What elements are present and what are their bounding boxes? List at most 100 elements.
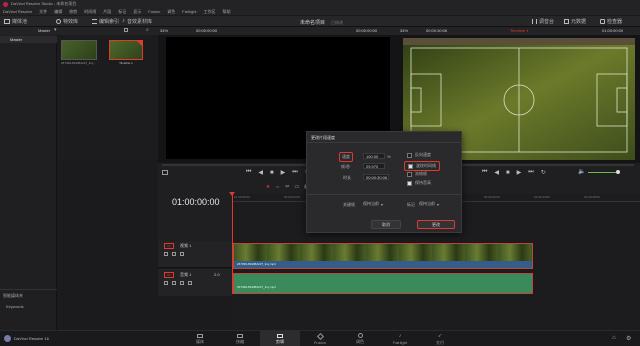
pointer-icon[interactable]: ➤ [266,184,270,190]
skip-forward-icon[interactable]: ⏭ [528,169,533,176]
project-state: 已修改 [331,19,344,25]
change-label: 更改 [432,221,440,227]
window-title: DaVinci Resolve Studio - 未命名项目 [11,1,77,6]
timeline-zoom[interactable]: 34% [400,28,408,33]
stop-icon[interactable]: ■ [506,170,510,176]
audio-clip[interactable]: 267399-834984227_tiny.mp4 [233,273,533,294]
reverse-speed-option[interactable]: 反向速度 [407,152,431,158]
fps-input[interactable]: 29.970 [363,163,385,169]
source-viewer-header: 34% 00:00:00:00 00:00:00:00 [158,27,398,35]
toolbar: 媒体池 特效库 编辑索引 ♪ 音效素材库 未命名项目 已修改 调音台 元数据 检… [0,15,640,27]
ripple-timeline-checkbox[interactable] [408,163,413,169]
metadata-button[interactable]: 元数据 [564,18,586,25]
timeline-name[interactable]: Timeline 1 [510,28,528,33]
mute-icon[interactable] [188,281,192,285]
stop-icon[interactable]: ■ [270,170,274,176]
menu-item[interactable]: 时间线 [84,9,96,15]
menu-item[interactable]: 修剪 [69,9,77,15]
menu-item[interactable]: 帮助 [223,9,231,15]
lock-icon[interactable] [164,281,168,285]
chevron-down-icon[interactable]: ▾ [54,27,57,33]
skip-forward-icon[interactable]: ⏭ [292,169,297,176]
track-name: 音频 1 [180,272,192,277]
solo-icon[interactable] [180,281,184,285]
menu-item[interactable]: 调色 [167,9,175,15]
change-button[interactable]: 更改 [417,220,455,229]
page-tab-media[interactable]: 媒体 [180,331,220,346]
menu-item[interactable]: 文件 [39,9,47,15]
skip-back-icon[interactable]: ⏮ [246,169,251,176]
loop-icon[interactable]: ↻ [541,169,546,176]
freeze-frame-option[interactable]: 冻结帧 [407,171,427,177]
page-tab-color[interactable]: 调色 [340,331,380,346]
reverse-speed-label: 反向速度 [415,152,431,157]
source-duration: 00:00:00:00 [196,28,218,33]
auto-select-icon[interactable] [172,252,176,256]
ruler-tick-label: 01:00:00:00 [234,195,250,199]
home-icon[interactable]: ⌂ [612,335,616,341]
keyframes-select[interactable]: 保持当前 ▾ [363,201,383,207]
timeline-current-timecode: 01:00:00:00 [172,197,220,207]
menu-item[interactable]: Fairlight [182,9,196,14]
page-tab-cut[interactable]: 快编 [220,331,260,346]
trim-icon[interactable]: ⇔ [275,184,280,190]
menu-item[interactable]: 编辑 [54,9,62,15]
playhead-marker-icon[interactable] [229,192,235,196]
menu-item[interactable]: 显示 [133,9,141,15]
play-icon[interactable]: ▶ [517,169,522,176]
page-tab-fusion[interactable]: Fusion [300,331,340,346]
keywords-bin[interactable]: Keywords [6,304,24,309]
metadata-label: 元数据 [571,19,587,25]
menu-item[interactable]: 工作区 [204,9,216,15]
inspector-button[interactable]: 检查器 [600,18,622,25]
mixer-label: 调音台 [539,19,555,25]
page-tab-deliver[interactable]: ➶ 交付 [420,331,460,346]
source-zoom[interactable]: 34% [160,28,168,33]
skip-back-icon[interactable]: ⏮ [482,169,487,176]
lock-icon[interactable] [164,252,168,256]
blade-icon[interactable]: ✂ [285,184,289,190]
volume-slider[interactable] [588,172,618,173]
duration-input[interactable]: 00:00:30:06 [363,174,389,180]
pitch-correction-checkbox[interactable] [407,180,412,186]
play-reverse-icon[interactable]: ◀ [494,169,499,176]
edit-index-button[interactable]: 编辑索引 [92,18,119,25]
media-clip-2[interactable]: Timeline 1 [109,40,145,68]
viewer-options-icon[interactable] [162,170,168,175]
video-clip-name: 267399-834984227_tiny.mp4 [237,262,276,266]
bin-master[interactable]: Master [0,36,57,43]
menu-item[interactable]: Fusion [148,9,160,14]
reverse-speed-checkbox[interactable] [407,152,412,158]
insert-icon[interactable]: ▭ [294,184,299,190]
menu-item[interactable]: DaVinci Resolve [3,9,32,14]
menu-item[interactable]: 片段 [103,9,111,15]
markers-select[interactable]: 保持当前 ▾ [419,201,439,207]
freeze-frame-checkbox[interactable] [407,171,412,177]
grid-view-icon[interactable] [124,28,128,32]
menu-item[interactable]: 标记 [118,9,126,15]
effects-button[interactable]: 特效库 [56,18,78,25]
cancel-button[interactable]: 取消 [371,220,401,229]
page-tab-edit[interactable]: 剪辑 [260,331,300,346]
video-clip[interactable]: 267399-834984227_tiny.mp4 [233,243,533,269]
deliver-page-icon: ➶ [437,332,443,339]
gear-icon[interactable]: ⚙ [626,335,631,342]
speed-input[interactable]: 100.00 [363,153,385,159]
app-name: DaVinci Resolve 16 [14,336,49,341]
auto-select-icon[interactable] [172,281,176,285]
play-reverse-icon[interactable]: ◀ [258,169,263,176]
keyframes-label: 关键帧 [343,202,355,207]
volume-knob-icon[interactable] [616,170,620,174]
pitch-correction-option[interactable]: 保持音高 [407,180,431,186]
chevron-down-icon: ▾ [381,201,384,207]
volume-icon[interactable]: 🔈 [578,168,585,175]
media-pool-button[interactable]: 媒体池 [4,18,27,25]
search-icon[interactable]: ⌕ [146,27,149,33]
play-icon[interactable]: ▶ [281,169,286,176]
ripple-timeline-option[interactable]: 波纹时间线 [404,161,440,171]
page-tab-fairlight[interactable]: ♪ Fairlight [380,331,420,346]
visibility-icon[interactable] [180,252,184,256]
mixer-button[interactable]: 调音台 [532,18,554,25]
sound-library-button[interactable]: ♪ 音效素材库 [122,18,152,25]
media-clip-1[interactable]: 267399-834984227_tiny... [61,40,97,68]
